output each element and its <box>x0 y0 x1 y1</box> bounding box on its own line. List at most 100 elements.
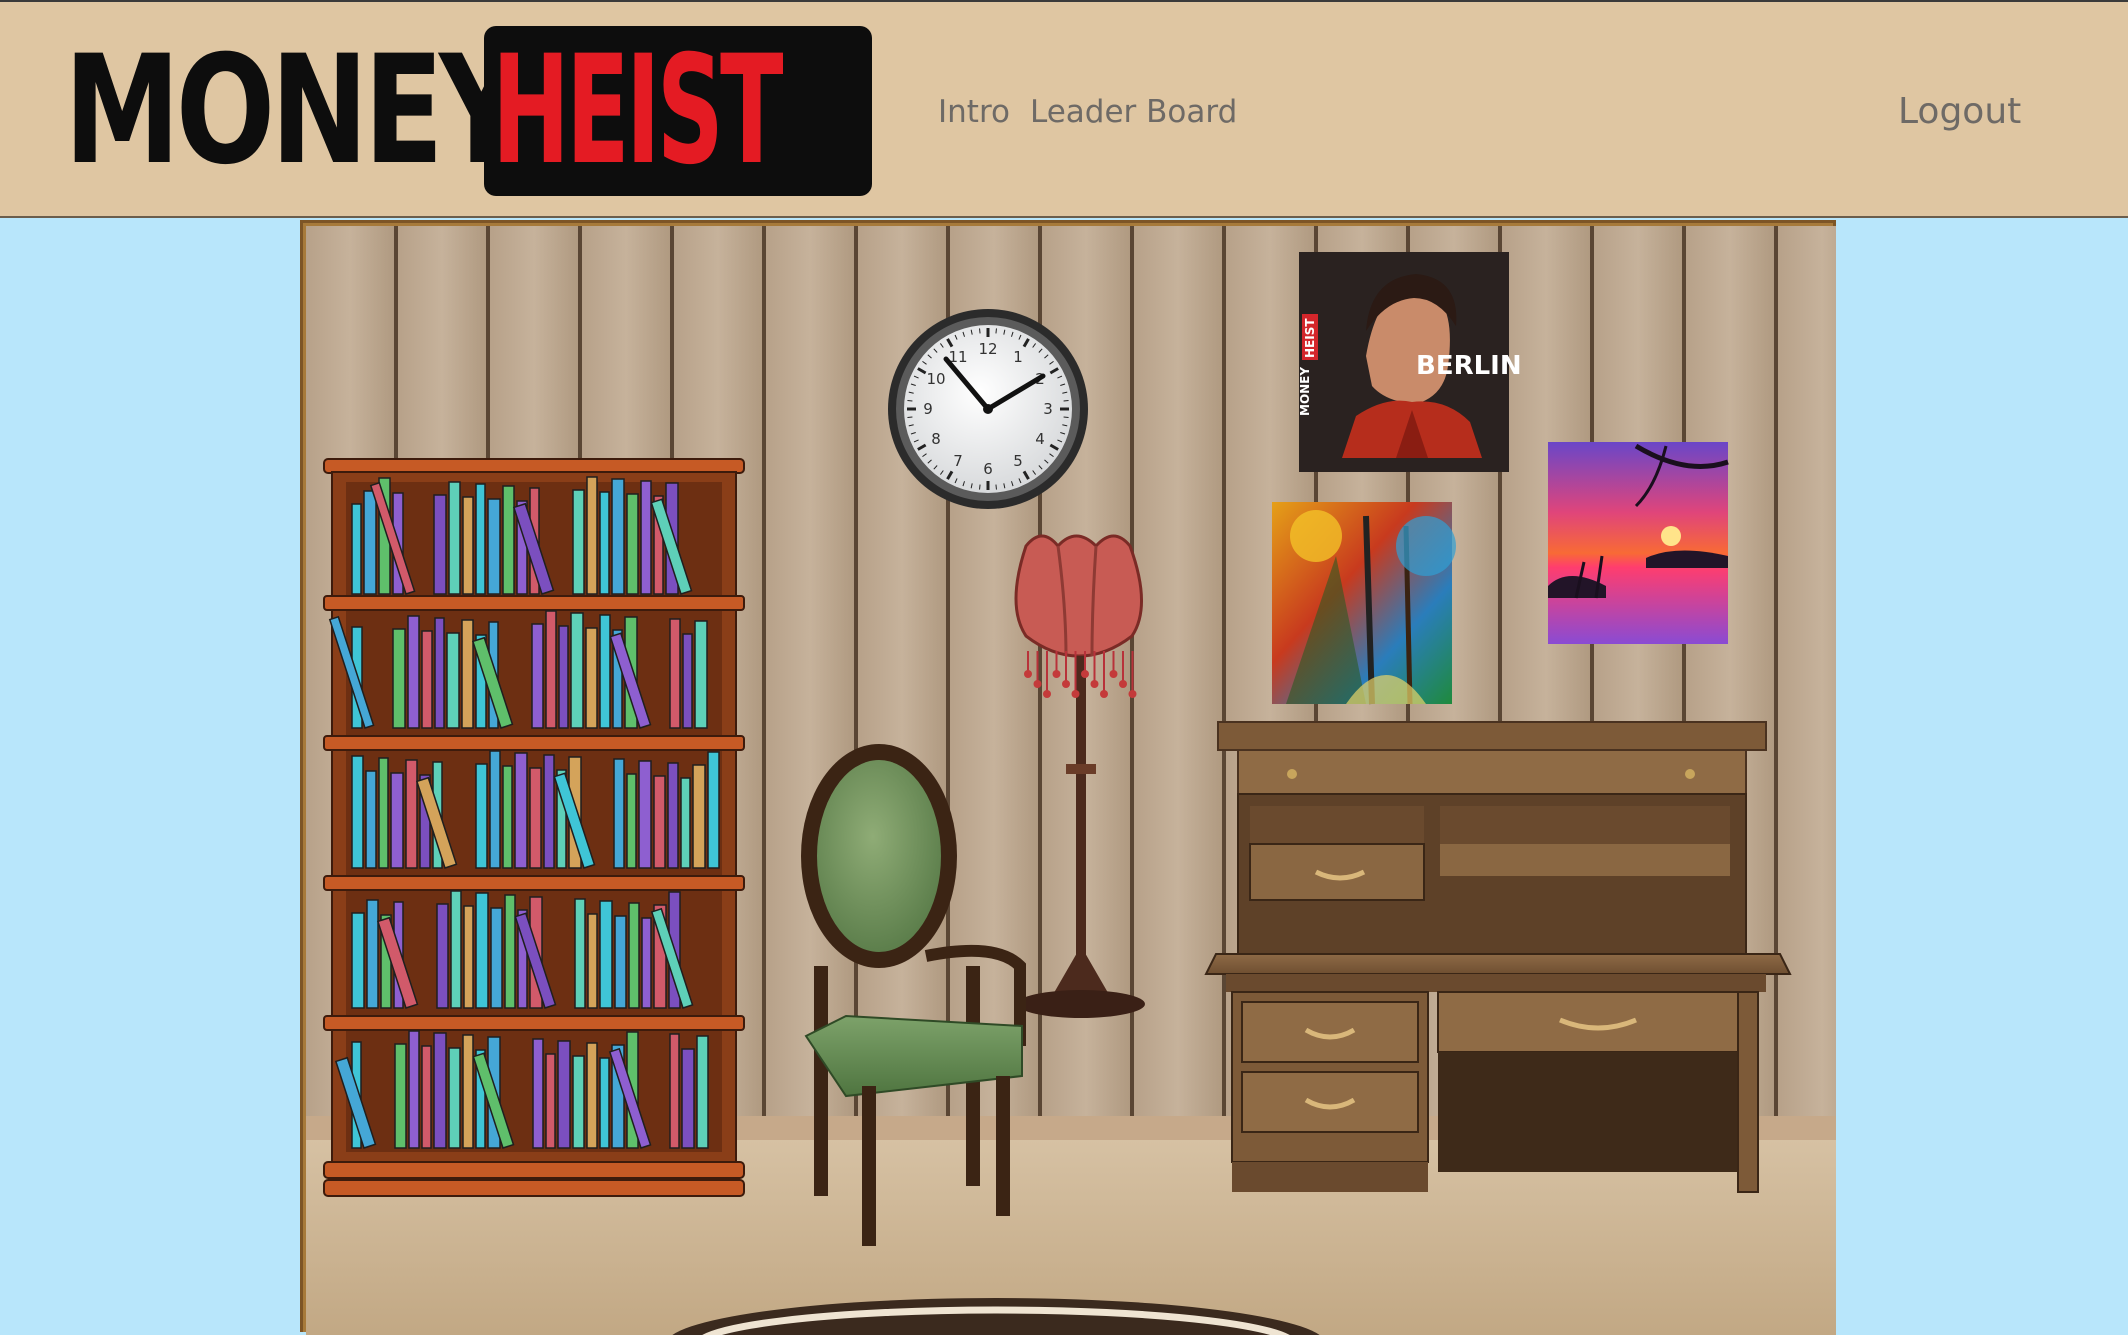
book <box>545 610 557 729</box>
nav-intro-link[interactable]: Intro <box>938 92 1010 132</box>
book <box>669 618 681 729</box>
book <box>462 496 474 595</box>
book <box>680 777 691 869</box>
book <box>574 898 586 1009</box>
lamp-bead <box>1081 670 1089 678</box>
clock-numeral: 12 <box>978 340 997 358</box>
book <box>696 1035 709 1149</box>
book <box>363 490 377 595</box>
clock-numeral: 10 <box>926 370 945 388</box>
book <box>351 755 364 869</box>
book <box>351 912 365 1009</box>
book <box>692 764 706 869</box>
money-heist-logo[interactable]: MONEY HEIST <box>64 26 874 198</box>
book <box>405 759 418 869</box>
book <box>433 494 447 595</box>
book <box>558 625 569 729</box>
book <box>446 632 460 729</box>
book <box>682 633 693 729</box>
book <box>640 480 652 595</box>
clock-numeral: 6 <box>983 460 993 478</box>
book <box>448 1047 461 1149</box>
lamp-bead <box>1024 670 1032 678</box>
book <box>475 892 489 1009</box>
book <box>653 775 666 869</box>
book <box>378 757 389 869</box>
book <box>365 770 377 869</box>
lamp-bead <box>1090 680 1099 688</box>
book <box>694 620 708 729</box>
clock-numeral: 8 <box>931 430 941 448</box>
book <box>407 615 420 729</box>
clock-numeral: 9 <box>923 400 933 418</box>
book <box>587 913 598 1009</box>
book <box>502 765 513 869</box>
book <box>638 760 652 869</box>
room-illustration: 121234567891011 MONEY HEIST BERLIN <box>306 226 1836 1335</box>
book <box>462 1034 474 1149</box>
sunset-painting[interactable] <box>1548 442 1729 644</box>
logo-word-heist: HEIST <box>492 24 784 198</box>
poster-brand-money: MONEY <box>1298 367 1312 416</box>
book <box>532 1038 544 1149</box>
lamp-bead <box>1109 670 1118 678</box>
book <box>390 772 404 869</box>
clock-numeral: 7 <box>953 452 963 470</box>
book <box>626 493 639 595</box>
clock-tick <box>1063 400 1069 402</box>
berlin-poster[interactable]: MONEY HEIST BERLIN <box>1298 252 1522 472</box>
book <box>475 483 486 595</box>
lamp-bead <box>1071 690 1080 698</box>
book <box>545 1053 556 1149</box>
book <box>613 758 625 869</box>
book <box>586 1042 598 1149</box>
book <box>641 917 652 1009</box>
book <box>586 476 598 595</box>
book <box>681 1048 695 1149</box>
nav-leader-board-link[interactable]: Leader Board <box>1030 92 1237 132</box>
book <box>611 478 625 595</box>
book <box>433 1032 447 1149</box>
clock-tick <box>979 328 981 334</box>
forest-painting[interactable] <box>1272 502 1456 705</box>
book <box>599 900 613 1009</box>
book <box>628 902 640 1009</box>
book <box>599 1057 610 1149</box>
book <box>392 628 406 729</box>
book <box>394 1043 407 1149</box>
clock-numeral: 5 <box>1013 452 1023 470</box>
book <box>667 762 679 869</box>
book <box>570 612 584 729</box>
book <box>585 627 598 729</box>
clock-tick <box>907 400 913 402</box>
book <box>614 915 627 1009</box>
book <box>557 1040 571 1149</box>
lamp-bead <box>1033 680 1042 688</box>
room-scene: 121234567891011 MONEY HEIST BERLIN <box>300 220 1836 1335</box>
book <box>366 899 379 1009</box>
book <box>475 763 488 869</box>
wall-clock[interactable]: 121234567891011 <box>888 309 1088 509</box>
lamp-bead <box>1100 690 1108 698</box>
book <box>421 630 433 729</box>
book <box>351 503 362 595</box>
lamp-bead <box>1052 670 1061 678</box>
book <box>599 491 610 595</box>
book <box>707 751 720 869</box>
clock-tick <box>995 328 997 334</box>
bookshelf[interactable] <box>323 458 745 1197</box>
logout-link[interactable]: Logout <box>1898 92 2021 132</box>
clock-tick <box>979 484 981 490</box>
clock-numeral: 3 <box>1043 400 1053 418</box>
poster-brand-heist: HEIST <box>1303 318 1317 358</box>
book <box>450 890 462 1009</box>
book <box>514 752 528 869</box>
roll-top-desk[interactable] <box>1204 721 1792 1193</box>
poster-name-berlin: BERLIN <box>1416 351 1522 381</box>
book <box>626 773 637 869</box>
book <box>434 617 445 729</box>
book <box>572 1055 585 1149</box>
book <box>463 905 474 1009</box>
book <box>529 767 542 869</box>
logo-word-money: MONEY <box>64 24 524 198</box>
